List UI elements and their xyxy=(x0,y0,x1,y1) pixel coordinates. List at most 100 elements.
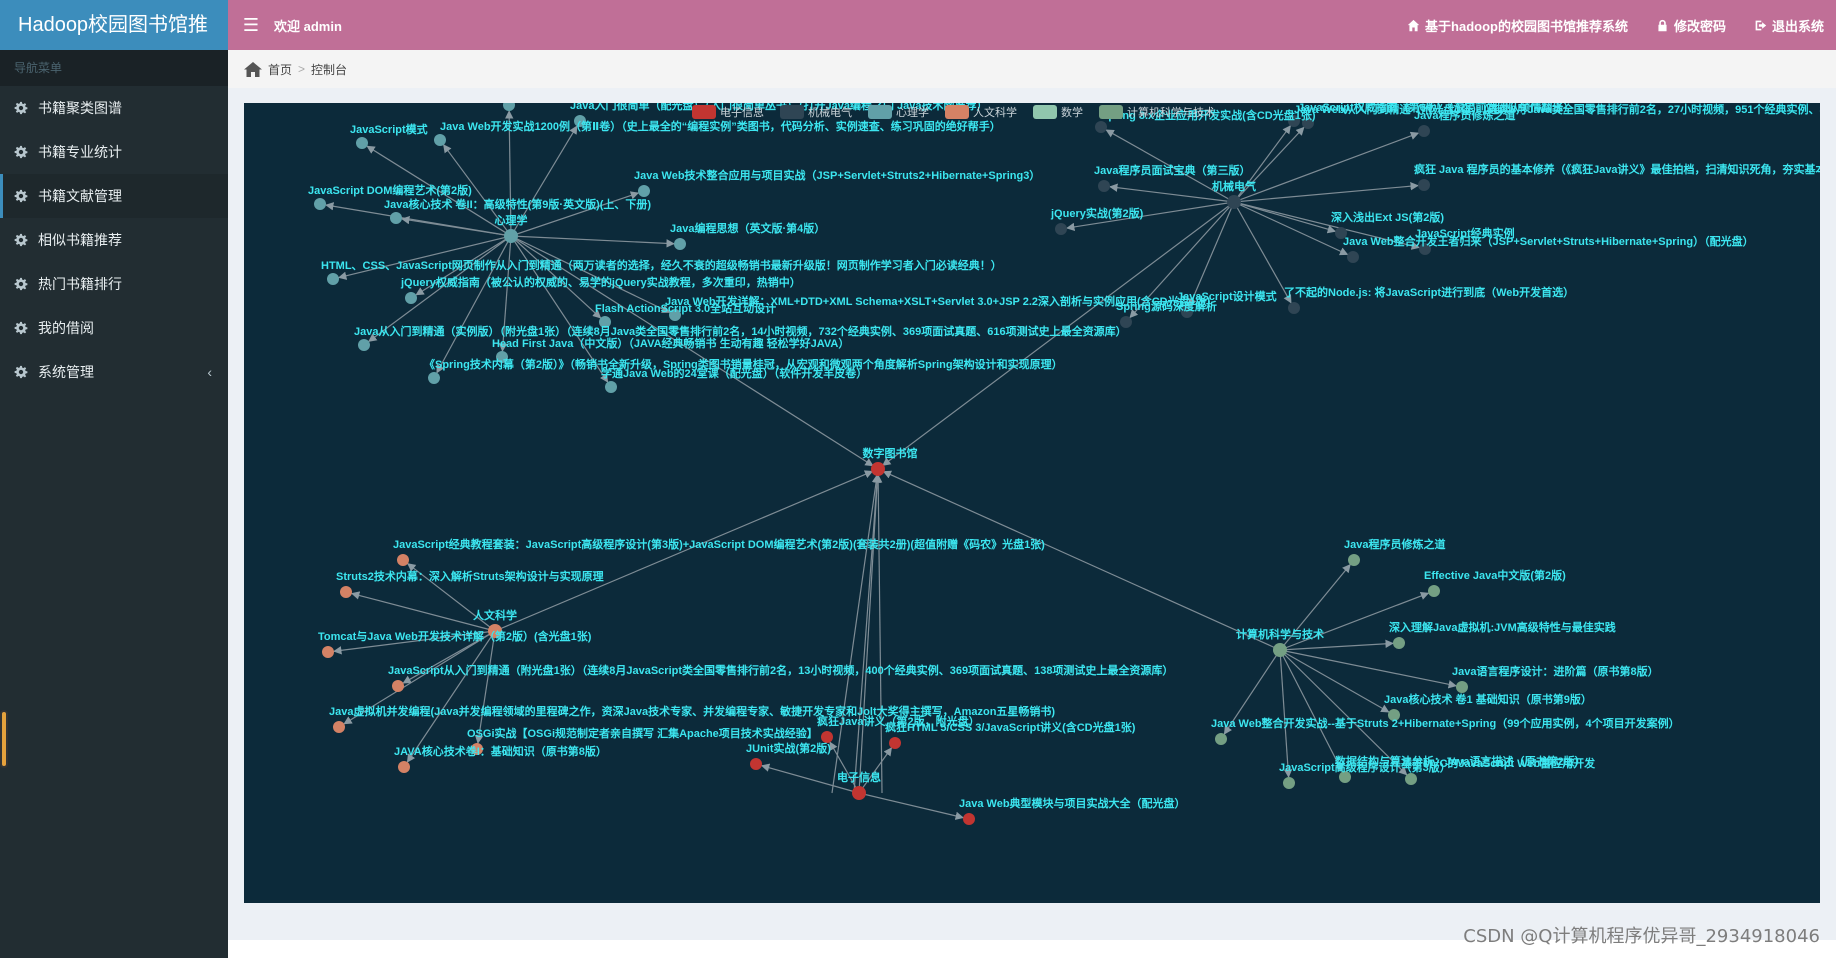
change-password-label: 修改密码 xyxy=(1673,18,1726,34)
graph-edge xyxy=(510,235,675,248)
graph-edge xyxy=(858,792,964,820)
book-node xyxy=(1456,681,1468,693)
main-content: 首页 > 控制台 Java编程全能词典(含DVD光盘1张)JavaScript模… xyxy=(228,50,1836,958)
book-node xyxy=(889,737,901,749)
book-node-label: JavaScript DOM编程艺术(第2版) xyxy=(308,183,472,197)
legend-swatch xyxy=(780,105,804,119)
book-node-label: Java核心技术 卷II：高级特性(第9版·英文版)(上、下册) xyxy=(384,197,651,211)
book-node-label: Java Web整合开发王者归来（JSP+Servlet+Struts+Hibe… xyxy=(1343,234,1754,248)
book-node-label: Java从入门到精通（实例版）（附光盘1张）（连续8月Java类全国零售排行前2… xyxy=(354,324,1127,338)
system-home-link[interactable]: 基于hadoop的校园图书馆推荐系统 xyxy=(1407,16,1628,35)
legend-swatch xyxy=(945,105,969,119)
book-node-label: Struts2技术内幕：深入解析Struts架构设计与实现原理 xyxy=(336,569,604,583)
graph-edge xyxy=(1233,131,1420,203)
sidebar-item-system-management[interactable]: 系统管理 ‹ xyxy=(0,350,228,394)
sidebar: 导航菜单 书籍聚类图谱 书籍专业统计 书籍文献管理 相似书籍推荐 热门书籍排行 … xyxy=(0,50,228,958)
breadcrumb-home[interactable]: 首页 xyxy=(268,61,292,78)
book-node-label: Java Web整合开发实战--基于Struts 2+Hibernate+Spr… xyxy=(1211,716,1680,730)
sidebar-item-cluster-graph[interactable]: 书籍聚类图谱 xyxy=(0,86,228,130)
center-node xyxy=(871,462,885,476)
book-node xyxy=(398,761,410,773)
legend-label: 心理学 xyxy=(896,105,929,119)
logout-icon xyxy=(1755,20,1767,30)
graph-edge xyxy=(406,630,496,763)
book-node xyxy=(356,137,368,149)
book-node xyxy=(1055,223,1067,235)
nav-links: 基于hadoop的校园图书馆推荐系统 修改密码 退出系统 xyxy=(1407,16,1836,35)
watermark: CSDN @Q计算机程序优异哥_2934918046 xyxy=(1463,926,1820,947)
book-node xyxy=(963,813,975,825)
sidebar-item-label: 系统管理 xyxy=(38,364,94,380)
book-node-label: Java Web典型模块与项目实战大全（配光盘） xyxy=(959,796,1186,810)
sidebar-item-hot-ranking[interactable]: 热门书籍排行 xyxy=(0,262,228,306)
sidebar-item-literature-management[interactable]: 书籍文献管理 xyxy=(0,174,228,218)
brand-logo[interactable]: Hadoop校园图书馆推 xyxy=(0,0,228,50)
graph-edge xyxy=(474,630,496,744)
book-node-label: Flash ActionScript 3.0全站互动设计 xyxy=(595,301,776,315)
book-node-label: Tomcat与Java Web开发技术详解（第2版）(含光盘1张) xyxy=(318,629,592,643)
scroll-handle[interactable] xyxy=(0,710,8,768)
sidebar-item-similar-books[interactable]: 相似书籍推荐 xyxy=(0,218,228,262)
category-node xyxy=(504,229,518,243)
book-cluster-graph[interactable]: Java编程全能词典(含DVD光盘1张)JavaScript模式Java Web… xyxy=(244,103,1820,903)
book-node xyxy=(1348,554,1360,566)
book-node xyxy=(674,238,686,250)
book-node xyxy=(333,721,345,733)
graph-edge xyxy=(494,470,874,632)
graph-canvas[interactable]: Java编程全能词典(含DVD光盘1张)JavaScript模式Java Web… xyxy=(244,103,1820,903)
book-node xyxy=(1347,251,1359,263)
sidebar-item-my-borrowing[interactable]: 我的借阅 xyxy=(0,306,228,350)
category-node-label: 心理学 xyxy=(495,213,528,227)
legend-label: 人文科学 xyxy=(973,105,1017,119)
book-node xyxy=(1288,302,1300,314)
book-node-label: Java Web从入门到精通（附光盘1张）（连续8月Java类全国零售排行前2名… xyxy=(1294,103,1820,116)
graph-edge xyxy=(1233,201,1337,234)
book-node-label: HTML、CSS、JavaScript网页制作从入门到精通（两万读者的选择，经久… xyxy=(321,258,1002,272)
menu-toggle-icon[interactable]: ☰ xyxy=(228,15,274,36)
book-node xyxy=(1283,777,1295,789)
graph-edge xyxy=(1279,639,1394,651)
category-node xyxy=(852,786,866,800)
lock-icon xyxy=(1658,19,1667,31)
welcome-text: 欢迎 admin xyxy=(274,18,342,34)
book-node-label: Java编程思想（英文版·第4版） xyxy=(670,221,825,235)
gear-icon xyxy=(14,321,28,335)
home-icon xyxy=(1407,19,1420,31)
home-icon xyxy=(244,61,262,77)
legend-swatch xyxy=(1033,105,1057,119)
graph-edge xyxy=(829,741,860,794)
legend-swatch xyxy=(868,105,892,119)
book-node xyxy=(1418,125,1430,137)
category-node xyxy=(1227,195,1241,209)
book-node-label: JavaScript经典实例 xyxy=(1415,226,1515,240)
legend-swatch xyxy=(1099,105,1123,119)
book-node-label: Java程序员面试宝典（第三版） xyxy=(1094,163,1250,177)
gear-icon xyxy=(14,365,28,379)
book-node xyxy=(1095,121,1107,133)
book-node xyxy=(1215,733,1227,745)
breadcrumb-separator: > xyxy=(298,62,306,76)
logout-link[interactable]: 退出系统 xyxy=(1754,16,1824,35)
book-node xyxy=(358,339,370,351)
book-node-label: JUnit实战(第2版) xyxy=(746,741,831,755)
sidebar-item-label: 书籍专业统计 xyxy=(38,144,122,160)
book-node xyxy=(392,680,404,692)
book-node-label: Java核心技术 卷1 基础知识（原书第9版） xyxy=(1384,692,1592,706)
book-node xyxy=(1418,179,1430,191)
sidebar-item-label: 热门书籍排行 xyxy=(38,276,122,292)
book-node-label: JavaScript经典教程套装：JavaScript高级程序设计(第3版)+J… xyxy=(393,537,1045,551)
sidebar-item-major-stats[interactable]: 书籍专业统计 xyxy=(0,130,228,174)
sidebar-item-label: 书籍文献管理 xyxy=(38,188,122,204)
book-node-label: Head First Java（中文版）（JAVA经典畅销书 生动有趣 轻松学好… xyxy=(492,336,849,350)
sidebar-item-label: 书籍聚类图谱 xyxy=(38,100,122,116)
book-node xyxy=(428,372,440,384)
book-node xyxy=(1428,585,1440,597)
book-node xyxy=(322,646,334,658)
book-node-label: Java程序员修炼之道 xyxy=(1344,537,1445,551)
graph-edge xyxy=(1233,182,1419,203)
change-password-link[interactable]: 修改密码 xyxy=(1656,16,1726,35)
book-node xyxy=(1098,180,1110,192)
book-node xyxy=(390,212,402,224)
graph-edge xyxy=(1233,201,1292,304)
book-node xyxy=(605,381,617,393)
